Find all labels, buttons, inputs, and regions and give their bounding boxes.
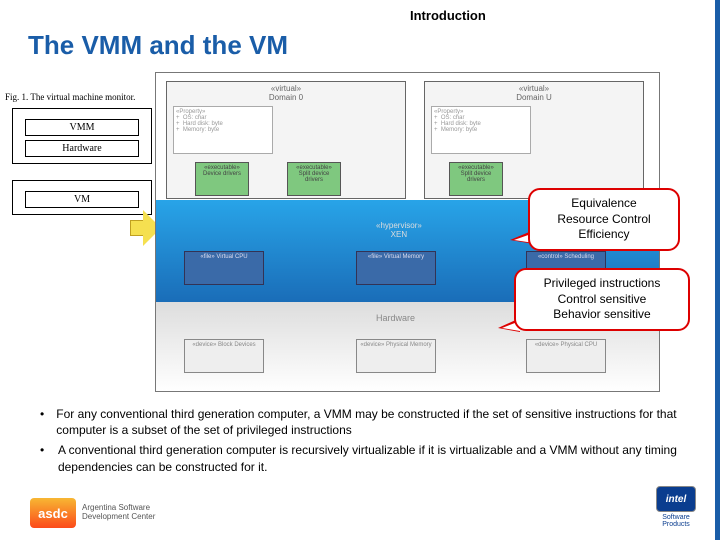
domainu-box: «virtual» Domain U «Property» + OS: char…	[424, 81, 644, 199]
side-accent	[715, 0, 720, 540]
domainu-props: «Property» + OS: char + Hard disk: byte …	[431, 106, 531, 154]
callout-equivalence: Equivalence Resource Control Efficiency	[528, 188, 680, 251]
callout1-l3: Efficiency	[540, 227, 668, 243]
fig1-hardware: Hardware	[25, 140, 139, 157]
hw-cpu: «device» Physical CPU	[526, 339, 606, 373]
domu-driver: «executable» Split device drivers	[449, 162, 503, 196]
intel-logo: intel Software Products	[656, 486, 696, 528]
callout2-l3: Behavior sensitive	[526, 307, 678, 323]
domain0-props: «Property» + OS: char + Hard disk: byte …	[173, 106, 273, 154]
asdc-text: Argentina Software Development Center	[82, 504, 155, 522]
hw-block: «device» Block Devices	[184, 339, 264, 373]
domain0-box: «virtual» Domain 0 «Property» + OS: char…	[166, 81, 406, 199]
asdc-mark: asdc	[30, 498, 76, 528]
domain0-title: «virtual» Domain 0	[169, 84, 403, 102]
intel-sub: Software Products	[656, 514, 696, 528]
bullet-2: A conventional third generation computer…	[58, 442, 680, 474]
callout1-l2: Resource Control	[540, 212, 668, 228]
dom0-driver2: «executable» Split device drivers	[287, 162, 341, 196]
callout2-l2: Control sensitive	[526, 292, 678, 308]
bullet-dot: •	[40, 406, 56, 438]
xen-vcpu: «file» Virtual CPU	[184, 251, 264, 285]
fig1-diagram: VMM Hardware VM	[12, 108, 152, 215]
fig1-caption: Fig. 1. The virtual machine monitor.	[5, 92, 135, 102]
domainu-title: «virtual» Domain U	[427, 84, 641, 102]
hw-label: Hardware	[376, 313, 415, 323]
callout1-l1: Equivalence	[540, 196, 668, 212]
callout-instructions: Privileged instructions Control sensitiv…	[514, 268, 690, 331]
bullet-1: For any conventional third generation co…	[56, 406, 680, 438]
asdc-logo: asdc Argentina Software Development Cent…	[30, 498, 155, 528]
xen-vmem: «file» Virtual Memory	[356, 251, 436, 285]
fig1-vmm: VMM	[25, 119, 139, 136]
xen-label: «hypervisor» XEN	[376, 221, 422, 239]
fig1-vm: VM	[25, 191, 139, 208]
section-label: Introduction	[410, 8, 486, 23]
bullet-list: •For any conventional third generation c…	[40, 406, 680, 479]
dom0-driver1: «executable» Device drivers	[195, 162, 249, 196]
page-title: The VMM and the VM	[28, 30, 288, 61]
hw-mem: «device» Physical Memory	[356, 339, 436, 373]
bullet-dot: •	[40, 442, 58, 474]
intel-chip: intel	[656, 486, 696, 512]
callout2-l1: Privileged instructions	[526, 276, 678, 292]
